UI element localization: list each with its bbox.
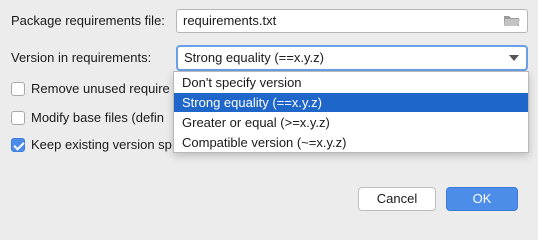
package-file-value: requirements.txt [183, 13, 277, 28]
folder-icon[interactable] [503, 14, 521, 28]
package-file-field[interactable]: requirements.txt [176, 9, 528, 33]
version-dropdown-list: Don't specify version Strong equality (=… [173, 71, 529, 153]
option-compatible-version[interactable]: Compatible version (~=x.y.z) [174, 133, 528, 152]
option-strong-equality[interactable]: Strong equality (==x.y.z) [174, 93, 528, 112]
ok-button[interactable]: OK [446, 187, 518, 211]
checkbox-label: Remove unused require [31, 81, 170, 96]
version-select[interactable]: Strong equality (==x.y.z) [176, 45, 528, 71]
version-select-value: Strong equality (==x.y.z) [184, 50, 324, 65]
cancel-button[interactable]: Cancel [358, 187, 436, 211]
chevron-down-icon [509, 55, 519, 61]
checkbox-label: Modify base files (defin [31, 110, 164, 125]
option-greater-or-equal[interactable]: Greater or equal (>=x.y.z) [174, 113, 528, 132]
checkmark-icon[interactable] [11, 138, 25, 152]
version-label: Version in requirements: [11, 50, 152, 65]
checkbox-label: Keep existing version sp [31, 137, 172, 152]
package-file-label: Package requirements file: [11, 13, 165, 28]
checkbox-box[interactable] [11, 111, 25, 125]
checkbox-box[interactable] [11, 82, 25, 96]
option-dont-specify[interactable]: Don't specify version [174, 73, 528, 92]
